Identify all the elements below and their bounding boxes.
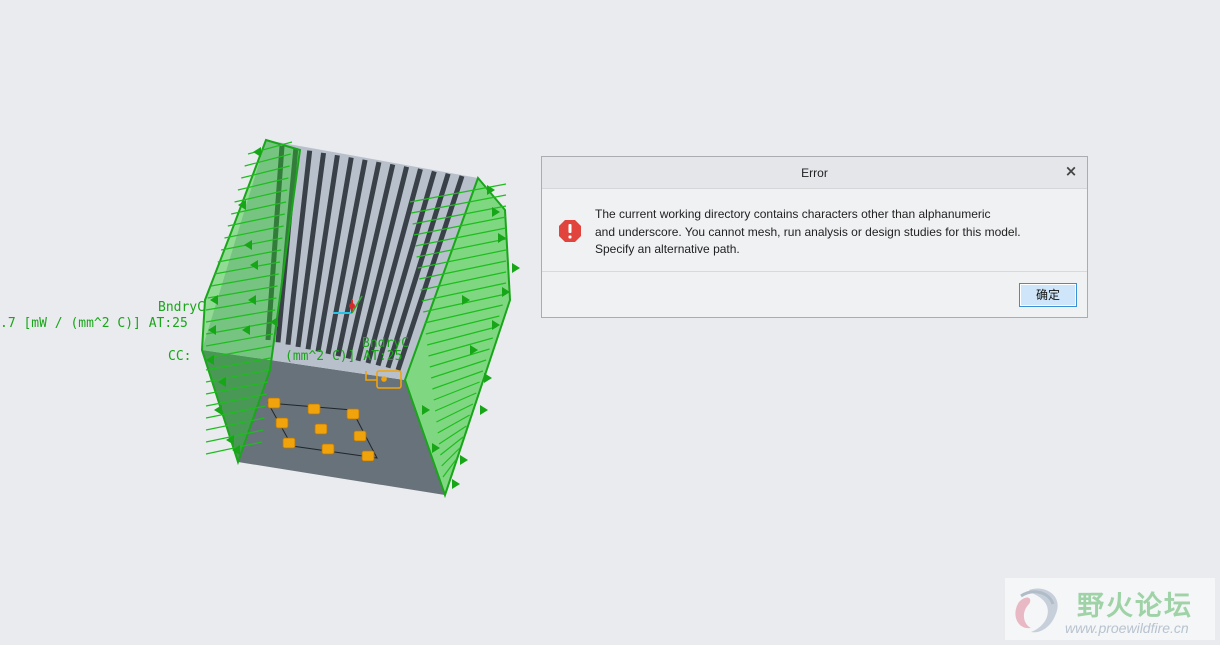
boundary-arrow — [512, 263, 520, 273]
watermark-url: www.proewildfire.cn — [1065, 620, 1189, 636]
watermark-logo — [1015, 588, 1058, 633]
boundary-arrow — [253, 147, 261, 157]
dialog-titlebar[interactable]: Error × — [542, 157, 1087, 189]
chip-marker — [307, 403, 321, 415]
chip-marker — [361, 450, 375, 462]
boundary-arrow — [214, 405, 222, 415]
dialog-title: Error — [801, 166, 828, 180]
graphics-viewport[interactable]: BndryC .7 [mW / (mm^2 C)] AT:25 CC: (mm^… — [0, 0, 1220, 645]
boundary-arrow — [452, 479, 460, 489]
message-line-2: and underscore. You cannot mesh, run ana… — [595, 224, 1021, 239]
boundary-arrow — [460, 455, 468, 465]
chip-marker — [275, 417, 289, 429]
cc-label-mid: (mm^2 C)] AT:25 — [285, 349, 403, 364]
error-message: The current working directory contains c… — [595, 206, 1065, 259]
chip-marker — [314, 423, 328, 435]
chip-marker — [267, 397, 281, 409]
watermark-name: 野火论坛 — [1077, 591, 1193, 622]
chip-marker — [346, 408, 360, 420]
boundary-arrow — [480, 405, 488, 415]
chip-marker — [321, 443, 335, 455]
error-icon — [559, 220, 581, 242]
boundary-arrow — [484, 373, 492, 383]
cc-label-left: CC: — [168, 349, 192, 364]
chip-marker — [353, 430, 367, 442]
boundary-label-top: BndryC — [158, 300, 205, 315]
message-line-3: Specify an alternative path. — [595, 242, 740, 256]
heat-coefficient-label: .7 [mW / (mm^2 C)] AT:25 — [0, 316, 188, 331]
close-icon[interactable]: × — [1063, 163, 1079, 179]
watermark: 野火论坛 www.proewildfire.cn — [1005, 578, 1215, 640]
boundary-label-right: BndryC — [362, 336, 409, 351]
ok-button[interactable]: 确定 — [1019, 283, 1077, 307]
message-line-1: The current working directory contains c… — [595, 207, 991, 221]
chip-marker — [282, 437, 296, 449]
error-dialog: Error × The current working directory co… — [541, 156, 1088, 318]
dialog-separator — [542, 271, 1087, 272]
